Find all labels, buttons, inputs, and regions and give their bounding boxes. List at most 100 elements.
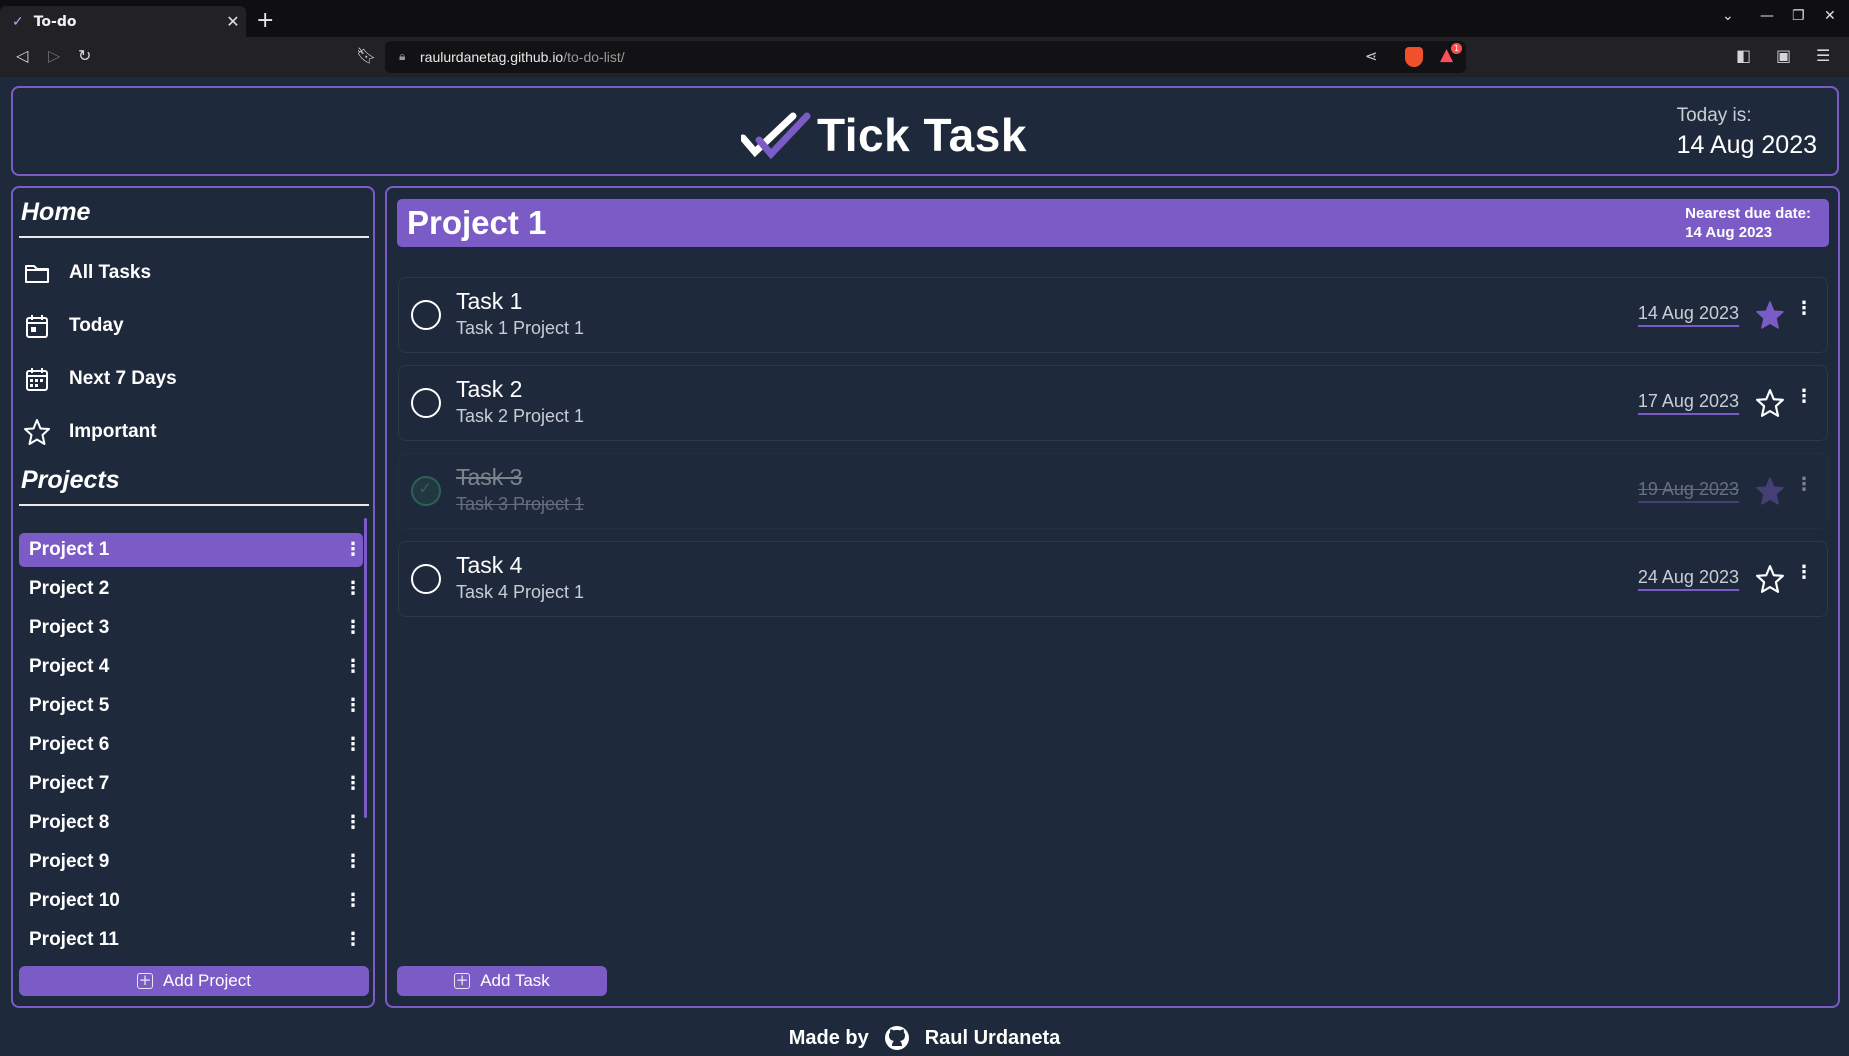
browser-tab[interactable]: ✓ To-do ✕ — [0, 6, 246, 37]
project-header: Project 1 Nearest due date: 14 Aug 2023 — [397, 199, 1829, 247]
projects-scrollbar[interactable] — [364, 518, 367, 818]
share-icon[interactable]: ⋖ — [1365, 47, 1378, 65]
sidebar-project-9[interactable]: Project 9 ⋮ — [19, 845, 363, 879]
add-square-icon: + — [137, 971, 154, 989]
task-due-date[interactable]: 24 Aug 2023 — [1637, 567, 1739, 591]
task-row-2[interactable]: Task 2 Task 2 Project 1 17 Aug 2023 ⋮ — [398, 365, 1828, 441]
main-panel: Project 1 Nearest due date: 14 Aug 2023 … — [385, 186, 1840, 1008]
sidebar-project-1[interactable]: Project 1 ⋮ — [19, 533, 363, 567]
project-menu-icon[interactable]: ⋮ — [343, 814, 363, 832]
project-menu-icon[interactable]: ⋮ — [343, 892, 363, 910]
folder-icon — [25, 265, 49, 283]
project-menu-icon[interactable]: ⋮ — [343, 853, 363, 871]
star-filled-icon[interactable] — [1755, 300, 1785, 330]
close-window-icon[interactable]: ✕ — [1824, 8, 1836, 24]
sidebar-project-4[interactable]: Project 4 ⋮ — [19, 650, 363, 684]
add-project-button[interactable]: + Add Project — [19, 966, 369, 996]
task-menu-icon[interactable]: ⋮ — [1795, 476, 1813, 494]
sidebar-project-8[interactable]: Project 8 ⋮ — [19, 806, 363, 840]
restore-icon[interactable]: ❐ — [1792, 8, 1805, 24]
star-icon — [24, 419, 50, 445]
notification-badge: 1 — [1451, 43, 1462, 54]
close-tab-icon[interactable]: ✕ — [220, 12, 246, 31]
task-name: Task 3 — [456, 464, 523, 490]
task-name: Task 2 — [456, 376, 523, 402]
browser-tab-bar: ✓ To-do ✕ + ⌄ — ❐ ✕ — [0, 0, 1849, 37]
task-description: Task 1 Project 1 — [456, 318, 585, 338]
browser-toolbar: ◁ ▷ ↻ 🔖︎ 🔒︎ raulurdanetag.github.io/to-d… — [0, 37, 1849, 77]
sidebar-project-5[interactable]: Project 5 ⋮ — [19, 689, 363, 723]
star-filled-icon[interactable] — [1755, 476, 1785, 506]
task-due-date[interactable]: 19 Aug 2023 — [1637, 479, 1739, 503]
task-row-3[interactable]: Task 3 Task 3 Project 1 19 Aug 2023 ⋮ — [398, 453, 1828, 529]
nav-important[interactable]: Important — [23, 412, 363, 452]
sidebar-project-6[interactable]: Project 6 ⋮ — [19, 728, 363, 762]
task-checkbox[interactable] — [411, 388, 441, 418]
app-header: Tick Task Today is: 14 Aug 2023 — [11, 86, 1839, 176]
add-square-icon: + — [454, 971, 471, 989]
task-checkbox[interactable] — [411, 300, 441, 330]
back-icon[interactable]: ◁ — [16, 46, 28, 65]
project-menu-icon[interactable]: ⋮ — [343, 931, 363, 949]
author-link[interactable]: Raul Urdaneta — [925, 1027, 1061, 1050]
forward-icon[interactable]: ▷ — [48, 46, 60, 65]
project-label: Project 4 — [29, 656, 110, 677]
project-menu-icon[interactable]: ⋮ — [343, 775, 363, 793]
task-due-date[interactable]: 14 Aug 2023 — [1637, 303, 1739, 327]
star-outline-icon[interactable] — [1755, 388, 1785, 418]
add-project-label: Add Project — [163, 971, 251, 990]
project-label: Project 7 — [29, 773, 110, 794]
sidebar: Home All Tasks Today Next 7 Days Importa… — [11, 186, 375, 1008]
made-by-label: Made by — [788, 1026, 869, 1049]
project-label: Project 8 — [29, 812, 110, 833]
minimize-icon[interactable]: — — [1760, 8, 1774, 24]
task-row-1[interactable]: Task 1 Task 1 Project 1 14 Aug 2023 ⋮ — [398, 277, 1828, 353]
logo: Tick Task — [741, 108, 1027, 162]
task-checkbox[interactable] — [411, 564, 441, 594]
task-row-4[interactable]: Task 4 Task 4 Project 1 24 Aug 2023 ⋮ — [398, 541, 1828, 617]
new-tab-icon[interactable]: + — [256, 8, 274, 34]
menu-icon[interactable]: ☰ — [1816, 46, 1830, 65]
nav-today[interactable]: Today — [23, 306, 363, 346]
task-due-date[interactable]: 17 Aug 2023 — [1637, 391, 1739, 415]
sidebar-project-11[interactable]: Project 11 ⋮ — [19, 923, 363, 957]
project-menu-icon[interactable]: ⋮ — [343, 619, 363, 637]
sidebar-project-2[interactable]: Project 2 ⋮ — [19, 572, 363, 606]
calendar-day-icon — [26, 315, 48, 338]
task-checkbox-checked[interactable] — [411, 476, 441, 506]
brave-shields-icon[interactable] — [1405, 47, 1423, 67]
home-divider — [19, 236, 369, 238]
sidebar-toggle-icon[interactable]: ◧ — [1736, 46, 1751, 65]
sidebar-project-3[interactable]: Project 3 ⋮ — [19, 611, 363, 645]
task-menu-icon[interactable]: ⋮ — [1795, 388, 1813, 406]
nav-all-tasks[interactable]: All Tasks — [23, 253, 363, 293]
tab-list-chevron-icon[interactable]: ⌄ — [1722, 8, 1734, 24]
bookmark-icon[interactable]: 🔖︎ — [356, 46, 376, 65]
project-menu-icon[interactable]: ⋮ — [343, 697, 363, 715]
url-text[interactable]: raulurdanetag.github.io/to-do-list/ — [420, 49, 625, 65]
task-menu-icon[interactable]: ⋮ — [1795, 300, 1813, 318]
wallet-icon[interactable]: ▣ — [1776, 46, 1791, 65]
project-menu-icon[interactable]: ⋮ — [343, 658, 363, 676]
nearest-due-label: Nearest due date: — [1685, 205, 1811, 222]
sidebar-project-10[interactable]: Project 10 ⋮ — [19, 884, 363, 918]
sidebar-project-7[interactable]: Project 7 ⋮ — [19, 767, 363, 801]
home-title: Home — [21, 198, 91, 226]
project-menu-icon[interactable]: ⋮ — [343, 580, 363, 598]
calendar-week-icon — [26, 368, 48, 391]
project-menu-icon[interactable]: ⋮ — [343, 541, 363, 559]
nearest-due-date: 14 Aug 2023 — [1685, 224, 1773, 241]
task-description: Task 3 Project 1 — [456, 494, 585, 514]
star-outline-icon[interactable] — [1755, 564, 1785, 594]
reload-icon[interactable]: ↻ — [78, 46, 91, 65]
task-menu-icon[interactable]: ⋮ — [1795, 564, 1813, 582]
project-label: Project 6 — [29, 734, 110, 755]
task-name: Task 4 — [456, 552, 523, 578]
nav-next-7-days[interactable]: Next 7 Days — [23, 359, 363, 399]
github-icon[interactable] — [883, 1024, 911, 1052]
address-bar[interactable]: 🔒︎ raulurdanetag.github.io/to-do-list/ ⋖… — [385, 41, 1466, 73]
add-task-button[interactable]: + Add Task — [397, 966, 607, 996]
project-label: Project 5 — [29, 695, 110, 716]
footer: Made by Raul Urdaneta — [0, 1020, 1849, 1056]
project-menu-icon[interactable]: ⋮ — [343, 736, 363, 754]
